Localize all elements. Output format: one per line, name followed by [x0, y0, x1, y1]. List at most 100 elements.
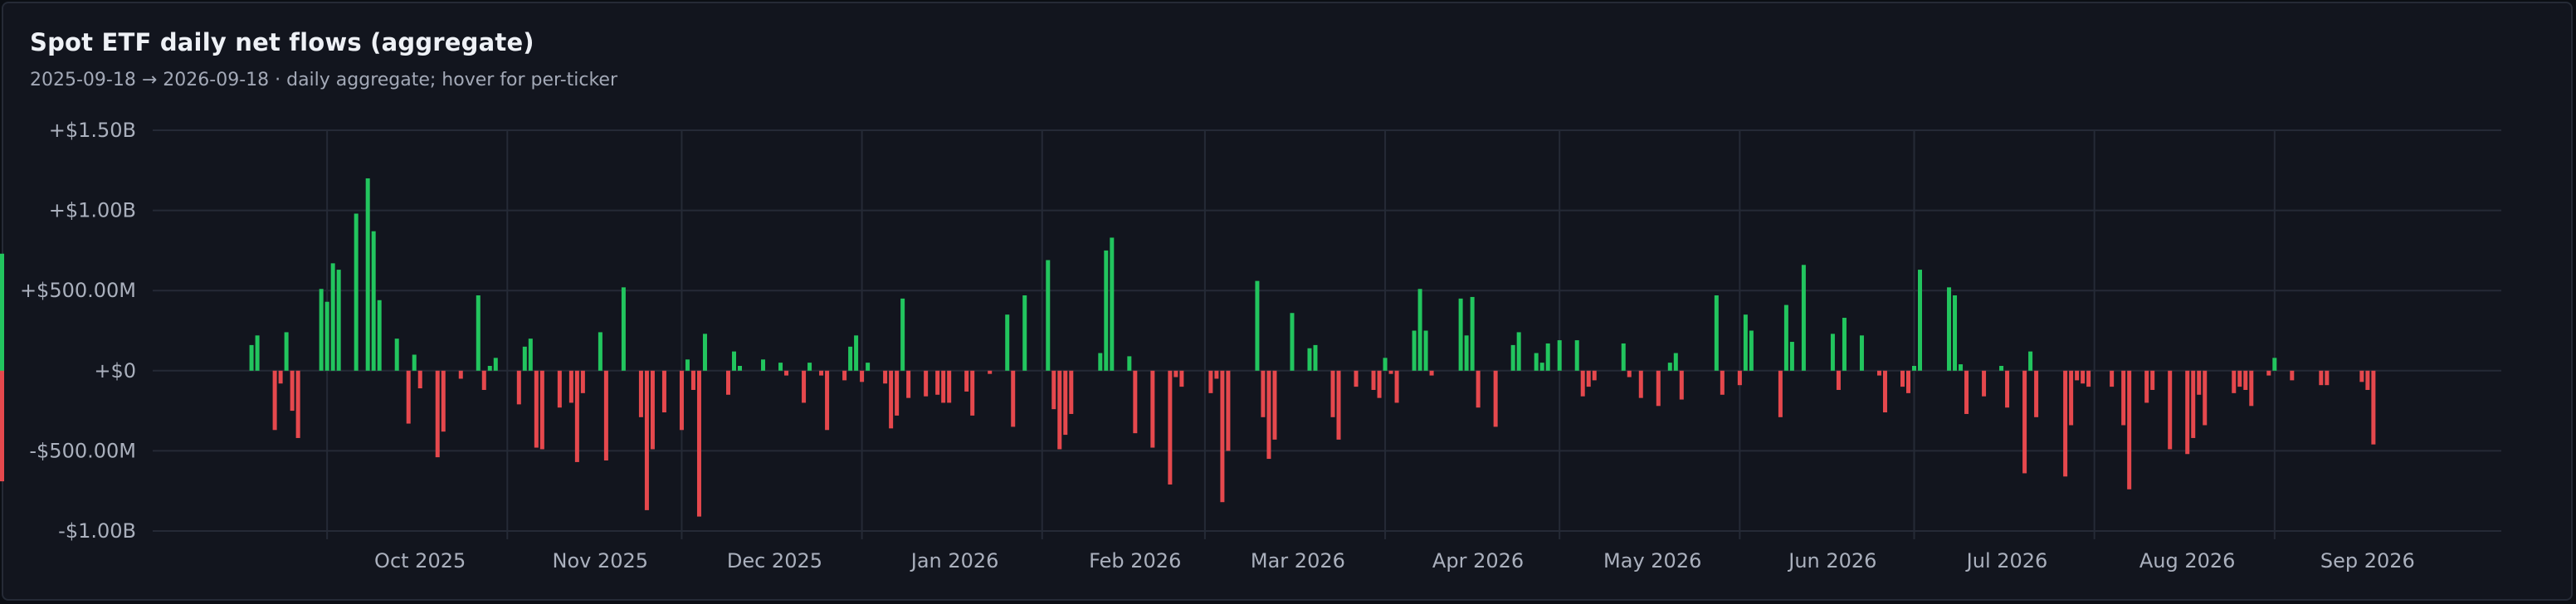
flow-bar[interactable]: [249, 344, 254, 371]
flow-bar[interactable]: [1307, 348, 1312, 371]
flow-bar[interactable]: [661, 370, 666, 413]
flow-bar[interactable]: [1127, 356, 1132, 371]
flow-bar[interactable]: [1586, 370, 1591, 387]
flow-bar[interactable]: [1266, 370, 1271, 460]
flow-bar[interactable]: [0, 370, 4, 417]
flow-bar[interactable]: [941, 370, 946, 403]
flow-bar[interactable]: [319, 289, 324, 371]
flow-bar[interactable]: [784, 370, 789, 376]
flow-bar[interactable]: [638, 370, 643, 417]
flow-bar[interactable]: [528, 339, 533, 371]
flow-bar[interactable]: [1063, 370, 1068, 436]
flow-bar[interactable]: [1098, 353, 1103, 371]
flow-bar[interactable]: [778, 363, 783, 371]
flow-bar[interactable]: [947, 370, 952, 403]
flow-bar[interactable]: [580, 370, 585, 393]
flow-bar[interactable]: [1150, 370, 1155, 448]
flow-bar[interactable]: [458, 370, 463, 379]
flow-bar[interactable]: [883, 370, 888, 384]
flows-bar-chart[interactable]: -$1.00B -$500.00M +$0 +$500.00M +$1.00B +$1.5…: [0, 0, 2576, 604]
flow-bar[interactable]: [2325, 370, 2330, 386]
flow-bar[interactable]: [1104, 250, 1109, 371]
flow-bar[interactable]: [690, 370, 695, 390]
flow-bar[interactable]: [336, 270, 341, 371]
flow-bar[interactable]: [493, 358, 498, 371]
flow-bar[interactable]: [2266, 370, 2271, 376]
flow-bar[interactable]: [1464, 335, 1469, 371]
flow-bar[interactable]: [2121, 370, 2126, 426]
flow-bar[interactable]: [1534, 353, 1539, 371]
flow-bar[interactable]: [1621, 343, 1626, 371]
flow-bar[interactable]: [1493, 370, 1498, 427]
flow-bar[interactable]: [1458, 298, 1463, 371]
flow-bar[interactable]: [1470, 296, 1475, 371]
flow-bar[interactable]: [895, 370, 900, 416]
flow-bar[interactable]: [557, 370, 562, 408]
flow-bar[interactable]: [1580, 370, 1585, 397]
flow-bar[interactable]: [761, 359, 766, 371]
flow-bar[interactable]: [1383, 358, 1388, 371]
flow-bar[interactable]: [2319, 370, 2324, 386]
flow-bar[interactable]: [1476, 370, 1481, 408]
flow-bar[interactable]: [1900, 370, 1905, 387]
flow-bar[interactable]: [394, 339, 399, 371]
flow-bar[interactable]: [860, 370, 865, 382]
flow-bar[interactable]: [1208, 370, 1213, 393]
flow-bar[interactable]: [1673, 353, 1678, 371]
flow-bar[interactable]: [1429, 370, 1434, 376]
flow-bar[interactable]: [1220, 370, 1225, 503]
flow-bar[interactable]: [284, 332, 289, 371]
bars[interactable]: [0, 178, 2376, 517]
flow-bar[interactable]: [1905, 370, 1910, 393]
flow-bar[interactable]: [848, 346, 853, 371]
flow-bar[interactable]: [598, 332, 603, 371]
flow-bar[interactable]: [2191, 370, 2196, 438]
flow-bar[interactable]: [964, 370, 969, 392]
flow-bar[interactable]: [1859, 335, 1864, 371]
flow-bar[interactable]: [1022, 295, 1027, 371]
flow-bar[interactable]: [1272, 370, 1277, 440]
flow-bar[interactable]: [1627, 370, 1632, 378]
flow-bar[interactable]: [825, 370, 830, 431]
flow-bar[interactable]: [866, 363, 871, 371]
flow-bar[interactable]: [807, 363, 812, 371]
flow-bar[interactable]: [2110, 370, 2115, 387]
flow-bar[interactable]: [534, 370, 539, 448]
flow-bar[interactable]: [1720, 370, 1725, 395]
flow-bar[interactable]: [900, 298, 905, 371]
flow-bar[interactable]: [2005, 370, 2010, 408]
flow-bar[interactable]: [1714, 295, 1719, 371]
flow-bar[interactable]: [906, 370, 911, 398]
flow-bar[interactable]: [2069, 370, 2074, 426]
flow-bar[interactable]: [1005, 314, 1010, 371]
flow-bar[interactable]: [476, 295, 481, 371]
flow-bar[interactable]: [621, 287, 626, 371]
flow-bar[interactable]: [568, 370, 573, 403]
flow-bar[interactable]: [1539, 363, 1544, 371]
flow-bar[interactable]: [988, 370, 993, 374]
flow-bar[interactable]: [1330, 370, 1335, 417]
flow-bar[interactable]: [522, 346, 527, 371]
flow-bar[interactable]: [1057, 370, 1062, 450]
flow-bar[interactable]: [819, 370, 824, 376]
flow-bar[interactable]: [1749, 330, 1754, 371]
flow-bar[interactable]: [2150, 370, 2155, 390]
flow-bar[interactable]: [1918, 270, 1923, 371]
flow-bar[interactable]: [2272, 358, 2277, 371]
flow-bar[interactable]: [1545, 343, 1550, 371]
flow-bar[interactable]: [1667, 363, 1672, 371]
flow-bar[interactable]: [2081, 370, 2086, 384]
flow-bar[interactable]: [539, 370, 544, 450]
flow-bar[interactable]: [1743, 314, 1748, 371]
flow-bar[interactable]: [255, 335, 260, 371]
flow-bar[interactable]: [2371, 370, 2376, 445]
flow-bar[interactable]: [1830, 334, 1835, 371]
flow-bar[interactable]: [435, 370, 440, 458]
flow-bar[interactable]: [738, 366, 742, 371]
flow-bar[interactable]: [2075, 370, 2080, 381]
flow-bar[interactable]: [1011, 370, 1016, 427]
flow-bar[interactable]: [1982, 370, 1987, 397]
flow-bar[interactable]: [1882, 370, 1887, 413]
flow-bar[interactable]: [516, 370, 521, 405]
flow-bar[interactable]: [1179, 370, 1184, 387]
